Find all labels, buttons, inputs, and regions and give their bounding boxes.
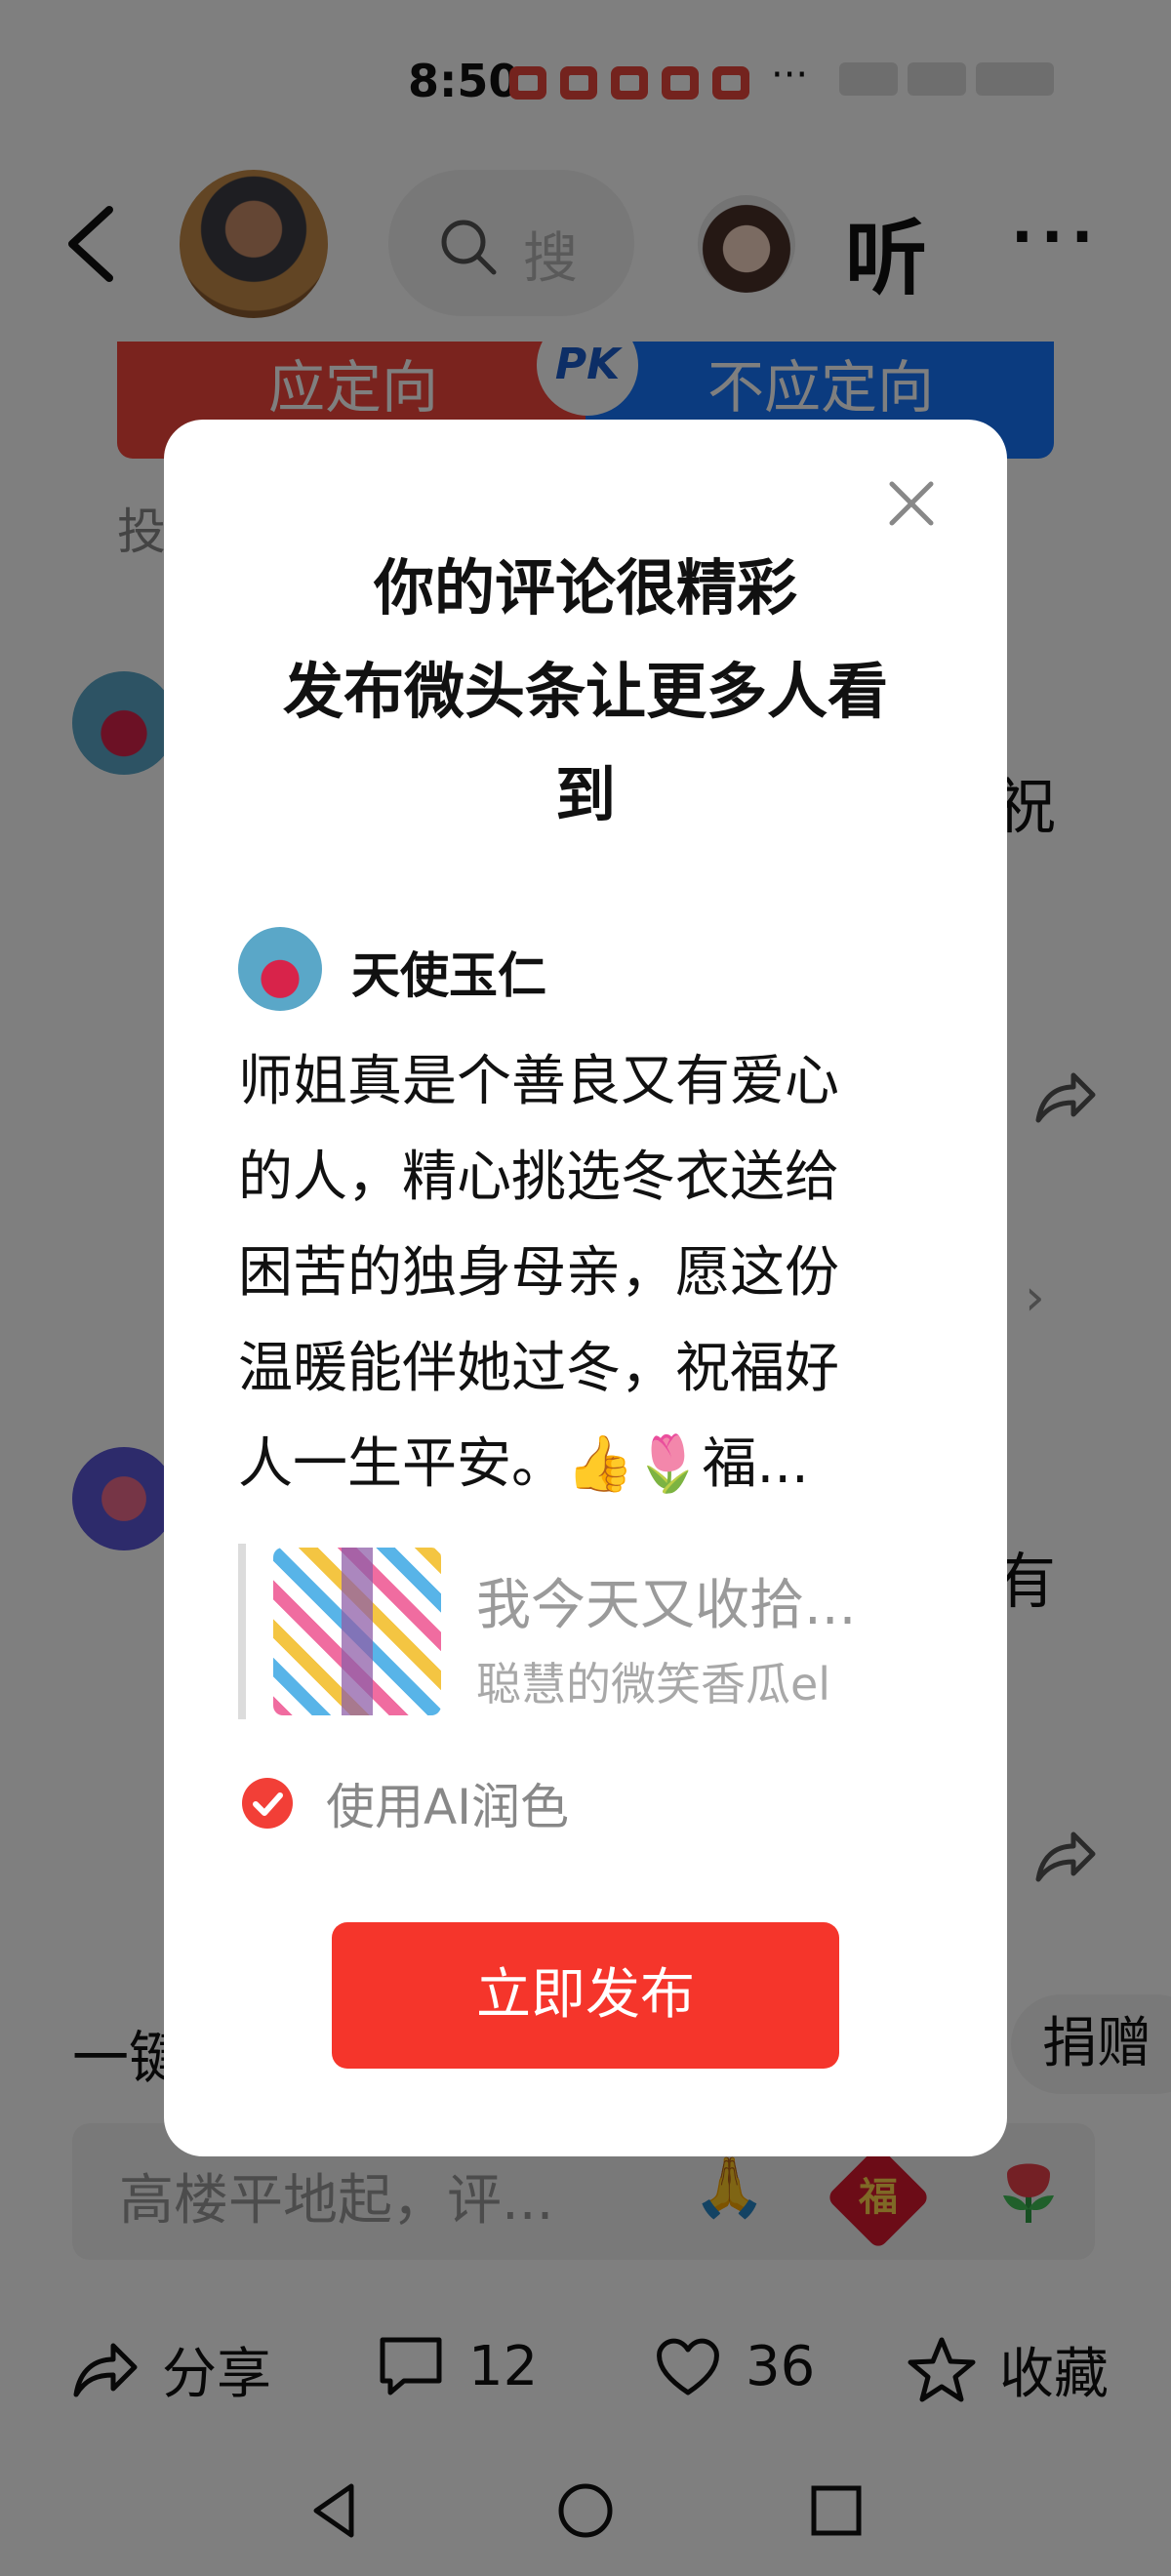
referenced-article-card: 我今天又收拾... 聪慧的微笑香瓜el <box>238 1544 921 1719</box>
close-button[interactable] <box>882 474 941 533</box>
dialog-title-line: 到 <box>554 759 616 830</box>
comment-author-avatar <box>238 927 322 1011</box>
dialog-title-line: 你的评论很精彩 <box>373 552 797 624</box>
close-icon <box>889 481 934 526</box>
article-thumbnail <box>273 1548 441 1715</box>
article-author: 聪慧的微笑香瓜el <box>476 1658 831 1711</box>
dialog-title-line: 发布微头条让更多人看 <box>282 656 888 727</box>
publish-now-button[interactable]: 立即发布 <box>332 1922 839 2069</box>
comment-preview-line: 困苦的独身母亲，愿这份 <box>238 1241 839 1305</box>
ai-polish-label[interactable]: 使用AI润色 <box>326 1768 569 1838</box>
comment-preview-line: 师姐真是个善良又有爱心 <box>238 1050 839 1113</box>
comment-author-name: 天使玉仁 <box>351 947 546 1004</box>
comment-preview-line: 温暖能伴她过冬，祝福好 <box>238 1337 839 1400</box>
checkmark-icon <box>253 1792 283 1816</box>
dialog-title: 你的评论很精彩 发布微头条让更多人看 到 <box>164 537 1007 847</box>
ai-polish-checkbox[interactable] <box>242 1778 293 1829</box>
article-title: 我今天又收拾... <box>476 1574 857 1637</box>
comment-preview-line: 人一生平安。👍🌷福... <box>238 1432 809 1496</box>
comment-preview-line: 的人，精心挑选冬衣送给 <box>238 1146 839 1209</box>
publish-prompt-dialog: 你的评论很精彩 发布微头条让更多人看 到 天使玉仁 师姐真是个善良又有爱心 的人… <box>164 420 1007 2156</box>
comment-preview: 师姐真是个善良又有爱心 的人，精心挑选冬衣送给 困苦的独身母亲，愿这份 温暖能伴… <box>238 1034 921 1512</box>
